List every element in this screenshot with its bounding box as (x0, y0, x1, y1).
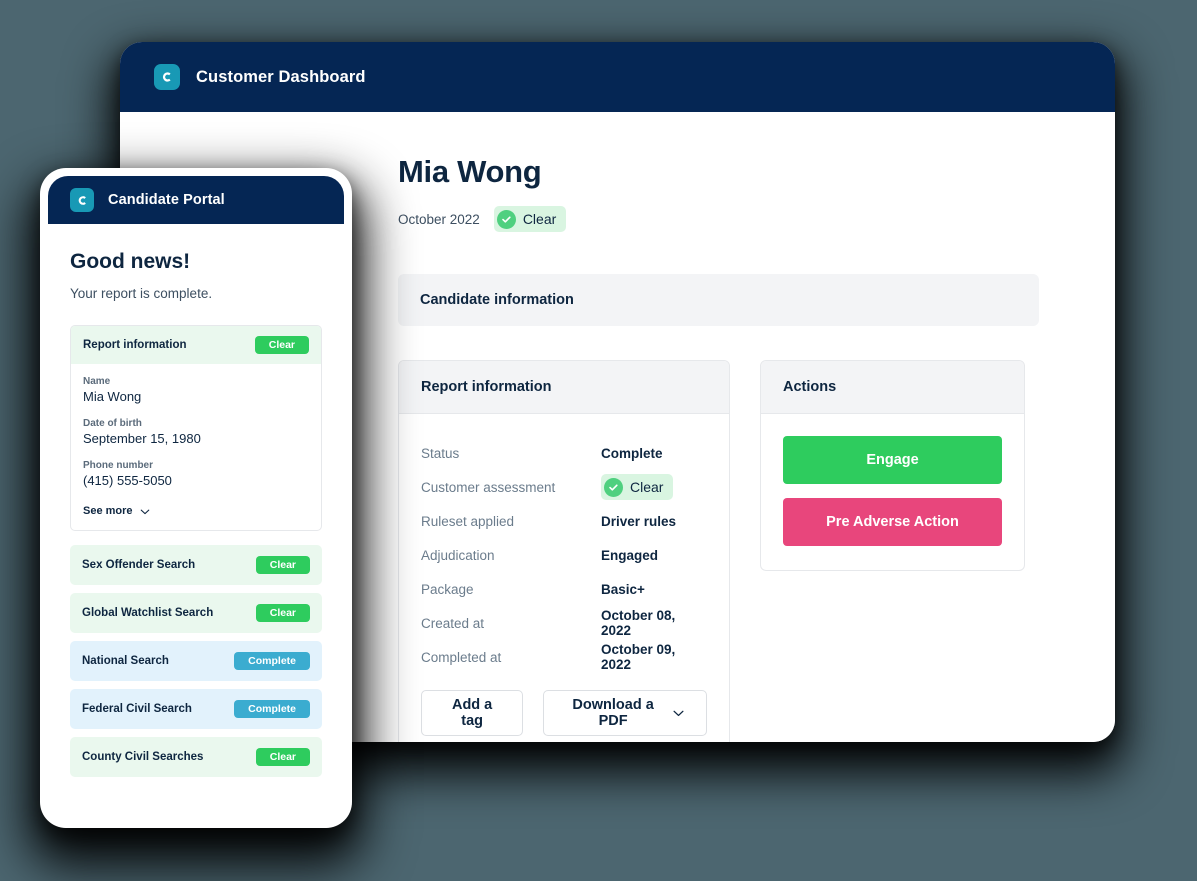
section-title: Candidate information (420, 292, 574, 308)
search-label: Federal Civil Search (82, 703, 192, 715)
download-pdf-label: Download a PDF (572, 697, 654, 729)
status-badge: Clear (255, 603, 310, 623)
row-value: October 08, 2022 (601, 608, 676, 638)
table-row: Adjudication Engaged (421, 538, 707, 572)
portal-subheading: Your report is complete. (70, 286, 213, 301)
actions-panel-body: Engage Pre Adverse Action (761, 414, 1024, 570)
report-information-panel: Report information Status Complete Custo… (398, 360, 730, 742)
list-item[interactable]: Global Watchlist Search Clear (70, 593, 322, 633)
table-row: Ruleset applied Driver rules (421, 504, 707, 538)
table-row: Status Complete (421, 436, 707, 470)
check-circle-icon (604, 477, 623, 497)
list-item[interactable]: National Search Complete (70, 641, 322, 681)
list-item[interactable]: Sex Offender Search Clear (70, 545, 322, 585)
report-actions-row: Add a tag Download a PDF (421, 690, 707, 736)
see-more-label: See more (83, 505, 133, 517)
report-panel-header: Report information (399, 361, 729, 414)
row-value: October 09, 2022 (601, 642, 676, 672)
row-value: Clear (601, 474, 674, 500)
row-key: Completed at (421, 649, 502, 665)
report-panel-body: Status Complete Customer assessment Clea… (399, 414, 729, 742)
table-row: Completed at October 09, 2022 (421, 640, 707, 674)
engage-button[interactable]: Engage (783, 436, 1002, 484)
list-item[interactable]: Federal Civil Search Complete (70, 689, 322, 729)
search-label: County Civil Searches (82, 751, 204, 763)
portal-report-card: Report information Clear Name Mia Wong D… (70, 325, 322, 531)
chevron-down-icon (673, 705, 684, 721)
assessment-badge-label: Clear (630, 479, 664, 495)
page-title: Mia Wong (398, 154, 542, 189)
field-name: Name Mia Wong (83, 376, 309, 404)
row-key: Created at (421, 615, 485, 631)
actions-panel-title: Actions (783, 379, 837, 395)
row-key: Status (421, 445, 460, 461)
candidate-meta-row: October 2022 Clear (398, 206, 1039, 232)
field-date-of-birth: Date of birth September 15, 1980 (83, 418, 309, 446)
row-key: Customer assessment (421, 479, 556, 495)
table-row: Customer assessment Clear (421, 470, 707, 504)
field-value: Mia Wong (83, 389, 142, 404)
portal-report-card-title: Report information (83, 339, 187, 351)
actions-panel-header: Actions (761, 361, 1024, 414)
portal-content: Good news! Your report is complete. Repo… (48, 224, 344, 777)
row-key: Ruleset applied (421, 513, 515, 529)
row-value: Basic+ (601, 581, 645, 597)
row-value: Driver rules (601, 513, 677, 529)
row-value: Engaged (601, 547, 659, 563)
status-badge: Clear (254, 335, 309, 355)
status-badge: Complete (234, 651, 310, 671)
field-phone-number: Phone number (415) 555-5050 (83, 460, 309, 488)
search-label: National Search (82, 655, 169, 667)
table-row: Package Basic+ (421, 572, 707, 606)
row-value: Complete (601, 445, 663, 461)
status-badge: Clear (255, 555, 310, 575)
c-logo-icon (154, 64, 180, 90)
download-pdf-button[interactable]: Download a PDF (543, 690, 707, 736)
see-more-toggle[interactable]: See more (83, 502, 309, 520)
add-tag-button[interactable]: Add a tag (421, 690, 524, 736)
report-month: October 2022 (398, 211, 480, 227)
portal-title: Candidate Portal (108, 192, 225, 208)
status-badge-label: Clear (522, 211, 557, 227)
search-label: Global Watchlist Search (82, 607, 214, 619)
pre-adverse-action-button[interactable]: Pre Adverse Action (783, 498, 1002, 546)
report-panel-title: Report information (421, 379, 552, 395)
row-key: Package (421, 581, 474, 597)
field-label: Phone number (83, 460, 154, 471)
actions-panel: Actions Engage Pre Adverse Action (760, 360, 1025, 571)
dashboard-titlebar: Customer Dashboard (120, 42, 1115, 112)
status-badge: Complete (234, 699, 310, 719)
check-circle-icon (496, 209, 516, 229)
table-row: Created at October 08, 2022 (421, 606, 707, 640)
status-badge: Clear (493, 206, 567, 232)
row-key: Adjudication (421, 547, 495, 563)
candidate-portal-window: Candidate Portal Good news! Your report … (40, 168, 352, 828)
field-value: September 15, 1980 (83, 431, 201, 446)
field-label: Date of birth (83, 418, 142, 429)
chevron-down-icon (140, 502, 150, 520)
c-logo-icon (70, 188, 94, 212)
dashboard-title: Customer Dashboard (196, 67, 366, 86)
portal-report-card-header: Report information Clear (71, 326, 321, 364)
portal-heading: Good news! (70, 250, 191, 273)
field-value: (415) 555-5050 (83, 473, 172, 488)
add-tag-label: Add a tag (451, 697, 493, 729)
candidate-information-section: Candidate information (398, 274, 1039, 326)
candidate-portal-inner: Candidate Portal Good news! Your report … (48, 176, 344, 828)
portal-titlebar: Candidate Portal (48, 176, 344, 224)
list-item[interactable]: County Civil Searches Clear (70, 737, 322, 777)
panels-row: Report information Status Complete Custo… (398, 360, 1039, 742)
field-label: Name (83, 376, 111, 387)
portal-report-card-body: Name Mia Wong Date of birth September 15… (71, 364, 321, 530)
search-label: Sex Offender Search (82, 559, 196, 571)
status-badge: Clear (255, 747, 310, 767)
assessment-badge: Clear (601, 474, 674, 500)
